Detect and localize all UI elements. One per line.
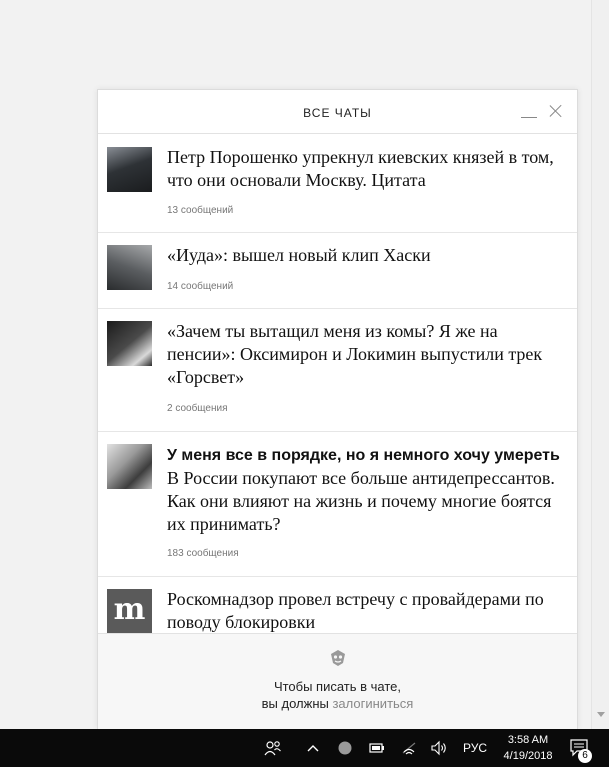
chat-title: У меня все в порядке, но я немного хочу … bbox=[167, 443, 567, 536]
chat-message-count: 14 сообщений bbox=[167, 281, 234, 292]
battery-icon[interactable] bbox=[368, 740, 386, 756]
chat-item[interactable]: «Иуда»: вышел новый клип Хаски 14 сообще… bbox=[98, 233, 577, 309]
panel-title: ВСЕ ЧАТЫ bbox=[303, 106, 372, 120]
meduza-logo-icon: m bbox=[107, 589, 152, 634]
chat-list: Петр Порошенко упрекнул киевских князей … bbox=[98, 135, 577, 647]
wifi-icon[interactable] bbox=[400, 740, 418, 756]
chat-message-count: 13 сообщений bbox=[167, 205, 234, 216]
chat-title-rest: В России покупают все больше антидепресс… bbox=[167, 468, 555, 534]
chat-title: «Иуда»: вышел новый клип Хаски bbox=[167, 245, 431, 265]
login-line-2-prefix: вы должны bbox=[261, 696, 329, 711]
chat-panel: ВСЕ ЧАТЫ Петр Порошенко упрекнул киевски… bbox=[97, 89, 578, 729]
chat-title: Петр Порошенко упрекнул киевских князей … bbox=[167, 147, 554, 190]
clock-date: 4/19/2018 bbox=[503, 750, 553, 762]
chevron-up-icon[interactable] bbox=[304, 740, 322, 756]
clock-time: 3:58 AM bbox=[507, 734, 549, 746]
chat-title: Роскомнадзор провел встречу с провайдера… bbox=[167, 589, 544, 632]
scroll-down-arrow-icon[interactable] bbox=[597, 712, 605, 717]
mask-icon bbox=[331, 650, 345, 666]
panel-header: ВСЕ ЧАТЫ bbox=[98, 90, 577, 134]
login-text: Чтобы писать в чате, вы должны залогинит… bbox=[98, 678, 577, 712]
clock[interactable]: 3:58 AM 4/19/2018 bbox=[500, 732, 556, 764]
language-indicator[interactable]: РУС bbox=[463, 741, 487, 755]
chat-title: «Зачем ты вытащил меня из комы? Я же на … bbox=[167, 321, 543, 387]
chat-message-count: 2 сообщения bbox=[167, 403, 228, 414]
login-link[interactable]: залогиниться bbox=[332, 696, 413, 711]
chat-thumbnail bbox=[107, 321, 152, 366]
globe-icon[interactable] bbox=[336, 740, 354, 756]
taskbar: РУС 3:58 AM 4/19/2018 6 bbox=[0, 729, 609, 767]
chat-thumbnail bbox=[107, 444, 152, 489]
page-scrollbar[interactable] bbox=[591, 0, 609, 729]
minimize-icon[interactable] bbox=[521, 117, 537, 118]
close-icon[interactable] bbox=[548, 103, 564, 119]
login-line-1: Чтобы писать в чате, bbox=[273, 679, 402, 694]
notification-count-badge: 6 bbox=[578, 749, 592, 763]
chat-thumbnail bbox=[107, 147, 152, 192]
chat-item[interactable]: «Зачем ты вытащил меня из комы? Я же на … bbox=[98, 309, 577, 432]
chat-title-bold: У меня все в порядке, но я немного хочу … bbox=[167, 447, 560, 464]
chat-item[interactable]: Петр Порошенко упрекнул киевских князей … bbox=[98, 135, 577, 233]
chat-message-count: 183 сообщения bbox=[167, 548, 239, 559]
volume-icon[interactable] bbox=[430, 740, 448, 756]
login-prompt: Чтобы писать в чате, вы должны залогинит… bbox=[98, 633, 577, 729]
chat-thumbnail bbox=[107, 245, 152, 290]
chat-item[interactable]: У меня все в порядке, но я немного хочу … bbox=[98, 432, 577, 577]
login-line-2: вы должны залогиниться bbox=[98, 695, 577, 712]
people-icon[interactable] bbox=[264, 740, 282, 756]
